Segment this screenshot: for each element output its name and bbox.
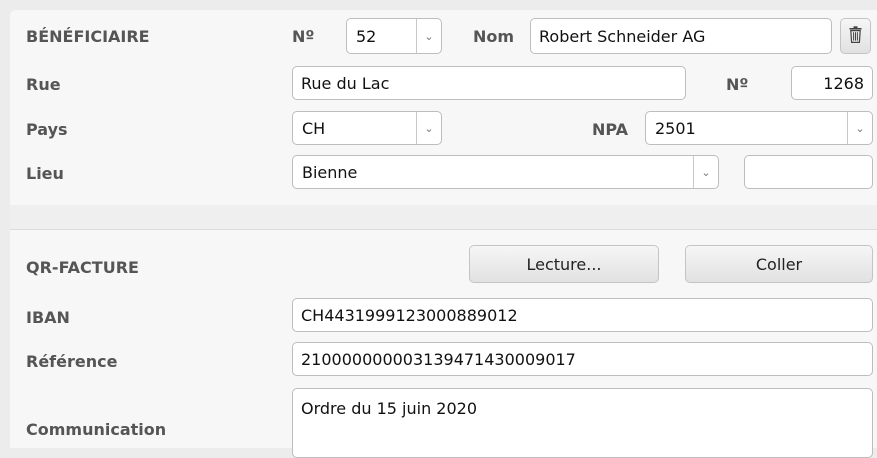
beneficiary-no-select[interactable]: 52 ⌄ — [346, 18, 442, 54]
section-gap — [10, 205, 877, 229]
name-field[interactable]: Robert Schneider AG — [530, 18, 832, 54]
street-field[interactable]: Rue du Lac — [292, 66, 686, 100]
reference-label: Référence — [26, 352, 118, 371]
city-value: Bienne — [302, 162, 358, 182]
read-button[interactable]: Lecture... — [469, 245, 659, 283]
street-label: Rue — [26, 75, 61, 94]
country-select[interactable]: CH ⌄ — [292, 111, 442, 145]
city-extra-field[interactable] — [744, 155, 873, 189]
section-divider — [10, 229, 877, 230]
npa-select[interactable]: 2501 ⌄ — [645, 111, 873, 145]
chevron-down-icon[interactable]: ⌄ — [847, 112, 872, 144]
iban-field[interactable]: CH4431999123000889012 — [292, 298, 873, 332]
beneficiary-no-label: Nº — [292, 27, 315, 46]
npa-label: NPA — [592, 120, 629, 139]
street-no-label: Nº — [726, 75, 749, 94]
reference-field[interactable]: 210000000003139471430009017 — [292, 342, 873, 376]
chevron-down-icon[interactable]: ⌄ — [693, 156, 718, 188]
city-label: Lieu — [26, 164, 64, 183]
npa-value: 2501 — [655, 118, 696, 138]
city-select[interactable]: Bienne ⌄ — [292, 155, 719, 189]
iban-label: IBAN — [26, 308, 70, 327]
street-no-field[interactable]: 1268 — [791, 66, 873, 100]
trash-icon — [849, 25, 862, 47]
delete-button[interactable] — [840, 18, 871, 54]
beneficiary-section-label: BÉNÉFICIAIRE — [26, 27, 150, 46]
name-label: Nom — [473, 27, 515, 46]
chevron-down-icon[interactable]: ⌄ — [416, 112, 441, 144]
country-label: Pays — [26, 120, 68, 139]
chevron-down-icon[interactable]: ⌄ — [416, 19, 441, 53]
communication-label: Communication — [26, 420, 167, 439]
paste-button[interactable]: Coller — [685, 245, 873, 283]
qr-section-label: QR-FACTURE — [26, 258, 139, 277]
beneficiary-no-value: 52 — [356, 26, 377, 46]
country-value: CH — [302, 118, 326, 138]
